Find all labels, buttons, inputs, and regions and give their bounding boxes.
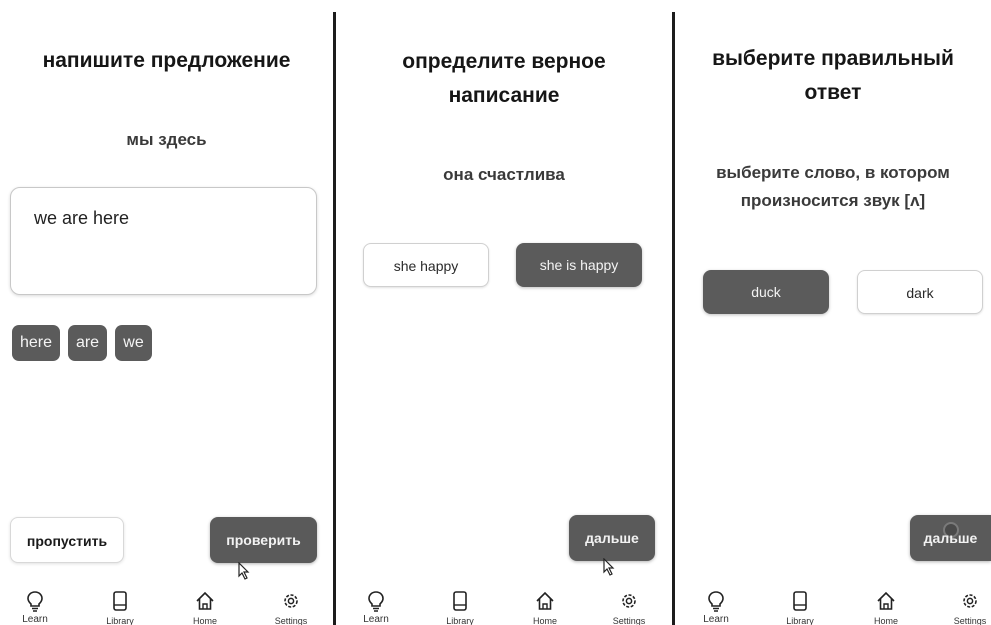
- gear-icon: [963, 594, 977, 608]
- word-chip-here[interactable]: here: [12, 325, 60, 361]
- page-title-line-2: ответ: [804, 81, 862, 104]
- book-icon: [453, 591, 467, 611]
- option-duck[interactable]: duck: [703, 270, 829, 314]
- nav-label-library: Library: [446, 616, 474, 625]
- nav-item-settings[interactable]: Settings: [594, 588, 664, 625]
- option-she-happy[interactable]: she happy: [363, 243, 489, 287]
- nav-label-settings: Settings: [953, 616, 987, 625]
- next-button[interactable]: дальше: [569, 515, 655, 561]
- nav-item-home[interactable]: Home: [170, 588, 240, 625]
- nav-label-home: Home: [192, 616, 217, 625]
- nav-item-learn[interactable]: Learn: [681, 588, 751, 625]
- mouse-cursor-icon: [238, 562, 250, 580]
- answer-input[interactable]: we are here: [10, 187, 317, 295]
- gear-icon: [284, 594, 298, 608]
- nav-item-learn[interactable]: Learn: [341, 588, 411, 625]
- bottom-nav: Learn Library Home Settings: [0, 588, 333, 625]
- lightbulb-icon: [708, 591, 724, 612]
- page-title: напишите предложение: [42, 49, 291, 72]
- nav-item-settings[interactable]: Settings: [256, 588, 326, 625]
- page-title-line-2: написание: [448, 84, 560, 107]
- nav-label-library: Library: [106, 616, 134, 625]
- home-icon: [877, 591, 895, 610]
- nav-label-library: Library: [786, 616, 814, 625]
- nav-item-home[interactable]: Home: [851, 588, 921, 625]
- book-icon: [793, 591, 807, 611]
- lightbulb-icon: [368, 591, 384, 612]
- skip-button[interactable]: пропустить: [10, 517, 124, 563]
- nav-label-learn: Learn: [703, 614, 729, 625]
- nav-label-learn: Learn: [363, 614, 389, 625]
- nav-label-learn: Learn: [22, 614, 48, 625]
- home-icon: [196, 591, 214, 610]
- nav-item-learn[interactable]: Learn: [0, 588, 70, 625]
- next-button[interactable]: дальше: [910, 515, 991, 561]
- word-chip-we[interactable]: we: [115, 325, 152, 361]
- nav-item-library[interactable]: Library: [85, 588, 155, 625]
- book-icon: [113, 591, 127, 611]
- home-icon: [536, 591, 554, 610]
- prompt-text: мы здесь: [126, 130, 207, 149]
- nav-item-settings[interactable]: Settings: [935, 588, 991, 625]
- word-chip-are[interactable]: are: [68, 325, 107, 361]
- lightbulb-icon: [27, 591, 43, 612]
- bottom-nav: Learn Library Home Settings: [675, 588, 991, 625]
- prompt-text-line-1: выберите слово, в котором: [716, 163, 950, 182]
- answer-input-value: we are here: [34, 208, 130, 228]
- page-title-line-1: выберите правильный: [712, 47, 954, 70]
- nav-item-library[interactable]: Library: [425, 588, 495, 625]
- nav-label-settings: Settings: [612, 616, 646, 625]
- prompt-text: она счастлива: [443, 165, 565, 184]
- nav-label-settings: Settings: [274, 616, 308, 625]
- screen-spelling: определите верное написание она счастлив…: [336, 0, 672, 625]
- option-dark[interactable]: dark: [857, 270, 983, 314]
- page-title-line-1: определите верное: [402, 50, 606, 73]
- screen-write-sentence: напишите предложение мы здесь we are her…: [0, 0, 333, 625]
- nav-item-library[interactable]: Library: [765, 588, 835, 625]
- option-she-is-happy[interactable]: she is happy: [516, 243, 642, 287]
- bottom-nav: Learn Library Home Settings: [336, 588, 672, 625]
- nav-item-home[interactable]: Home: [510, 588, 580, 625]
- prompt-text-line-2: произносится звук [ʌ]: [740, 191, 926, 210]
- check-button[interactable]: проверить: [210, 517, 317, 563]
- nav-label-home: Home: [873, 616, 898, 625]
- next-button-label: дальше: [923, 530, 978, 546]
- gear-icon: [622, 594, 636, 608]
- mouse-cursor-icon: [603, 558, 615, 576]
- nav-label-home: Home: [532, 616, 557, 625]
- screen-choose-answer: выберите правильный ответ выберите слово…: [675, 0, 991, 625]
